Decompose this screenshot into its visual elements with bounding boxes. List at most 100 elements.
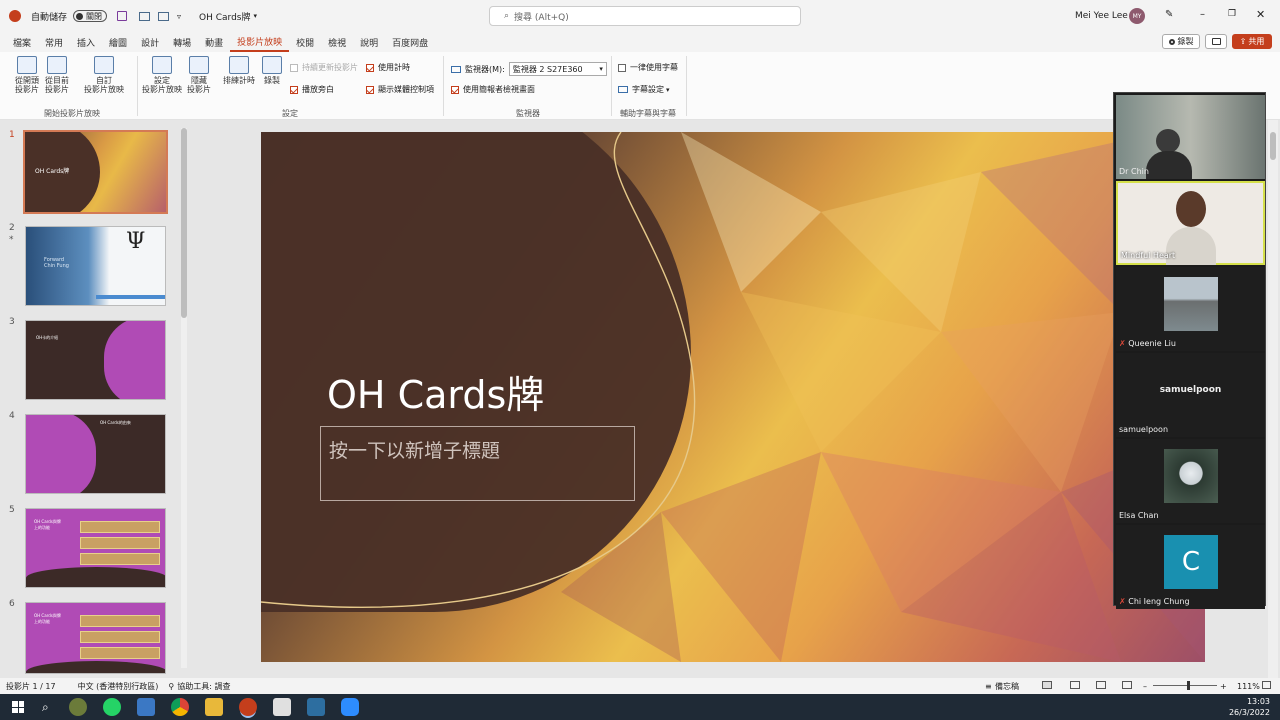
tab-4[interactable]: 設計 — [134, 32, 166, 52]
zoom-slider-thumb[interactable] — [1187, 681, 1190, 690]
title-chevron-icon[interactable]: ▾ — [254, 12, 258, 20]
thumbnail-slide-6[interactable]: OH Cards與牌 上的功能 — [25, 602, 166, 674]
subtitle-settings-button[interactable]: 字幕設定 ▾ — [618, 84, 670, 95]
hide-slide-button[interactable]: 隱藏 投影片 — [186, 56, 212, 94]
file-explorer-icon[interactable] — [204, 698, 223, 716]
clock[interactable]: 13:03 26/3/2022 — [1229, 696, 1270, 718]
slideshow-view-icon[interactable] — [1122, 681, 1132, 689]
notes-button[interactable]: 備忘稿 — [995, 681, 1019, 692]
paint-app-icon[interactable] — [68, 698, 87, 716]
setup-show-button[interactable]: 設定 投影片放映 — [140, 56, 184, 94]
accessibility-icon: ⚲ — [168, 681, 175, 691]
tab-1[interactable]: 常用 — [38, 32, 70, 52]
zoom-percent[interactable]: 111% — [1237, 682, 1260, 691]
zoom-slider[interactable] — [1153, 681, 1217, 690]
media-controls-checkbox[interactable]: 顯示媒體控制項 — [366, 84, 434, 95]
thumbnail-slide-3[interactable]: OH卡的介紹 — [25, 320, 166, 400]
participant-tile[interactable]: samuelpoon samuelpoon — [1116, 353, 1265, 437]
from-current-button[interactable]: 從目前 投影片 — [42, 56, 72, 94]
play-narrations-checkbox[interactable]: 播放旁白 — [290, 84, 334, 95]
record-button[interactable]: 錄製 — [1162, 34, 1200, 49]
thumbnail-slide-1[interactable]: OH Cards牌 — [23, 130, 168, 214]
custom-show-button[interactable]: 自訂 投影片放映 — [78, 56, 130, 94]
save-icon[interactable] — [117, 11, 128, 21]
chat-app-icon[interactable] — [272, 698, 291, 716]
thumb-text-box — [80, 521, 160, 533]
tab-10[interactable]: 說明 — [353, 32, 385, 52]
pen-icon[interactable]: ✎ — [1165, 9, 1173, 20]
thumb-accent-shape — [104, 321, 165, 399]
thumbnail-slide-4[interactable]: OH Cards的由來 — [25, 414, 166, 494]
presenter-view-checkbox[interactable]: 使用簡報者檢視畫面 — [451, 84, 535, 95]
slide-canvas[interactable]: OH Cards牌 按一下以新增子標題 — [261, 132, 1205, 662]
use-timings-checkbox[interactable]: 使用計時 — [366, 62, 410, 73]
reading-view-icon[interactable] — [1096, 681, 1106, 689]
search-placeholder: 搜尋 (Alt+Q) — [514, 12, 569, 23]
search-icon[interactable]: ⌕ — [42, 700, 49, 715]
scroll-thumb[interactable] — [1270, 132, 1276, 160]
hide-slide-icon — [189, 56, 209, 74]
whatsapp-icon[interactable] — [102, 698, 121, 716]
participant-tile[interactable]: Dr Chin — [1116, 95, 1265, 179]
tab-0[interactable]: 檔案 — [6, 32, 38, 52]
chrome-icon[interactable] — [170, 698, 189, 716]
restore-icon[interactable]: ❐ — [1228, 9, 1236, 19]
comments-button[interactable] — [1205, 34, 1227, 49]
record-slideshow-button[interactable]: 錄製 — [260, 56, 284, 85]
mail-icon[interactable] — [136, 698, 155, 716]
close-icon[interactable]: ✕ — [1256, 8, 1265, 21]
avatar[interactable]: MY — [1129, 8, 1145, 24]
participant-tile[interactable]: Elsa Chan — [1116, 439, 1265, 523]
tab-2[interactable]: 插入 — [70, 32, 102, 52]
normal-view-icon[interactable] — [1042, 681, 1052, 689]
chevron-down-icon: ▾ — [666, 85, 670, 94]
thumbnail-scrollbar[interactable] — [181, 128, 187, 668]
checkbox-box-icon — [290, 63, 298, 72]
thumbnail-slide-2[interactable]: Forward Chin Fung Ψ — [25, 226, 166, 306]
participant-tile-active[interactable]: Mindful Heart — [1116, 181, 1265, 265]
tab-8[interactable]: 校閱 — [289, 32, 321, 52]
always-subtitles-checkbox[interactable]: 一律使用字幕 — [618, 62, 678, 73]
powerpoint-icon[interactable] — [238, 698, 257, 716]
title-bar: 自動儲存 關閉 ▿ OH Cards牌 ▾ ⌕ 搜尋 (Alt+Q) Mei Y… — [0, 0, 1280, 32]
doc-title[interactable]: OH Cards牌 — [199, 10, 250, 23]
search-box[interactable]: ⌕ 搜尋 (Alt+Q) — [489, 6, 801, 26]
minimize-icon[interactable]: – — [1200, 9, 1205, 20]
user-name[interactable]: Mei Yee Lee — [1075, 11, 1128, 21]
monitor-select[interactable]: 監視器 2 S27E360 ▾ — [508, 62, 607, 76]
keep-updated-label: 持續更新投影片 — [302, 63, 358, 72]
present-icon[interactable] — [139, 11, 151, 21]
zoom-app-icon[interactable] — [340, 698, 359, 716]
autosave-toggle[interactable]: 關閉 — [73, 10, 108, 22]
slide-sorter-icon[interactable] — [1070, 681, 1080, 689]
tab-11[interactable]: 百度网盘 — [385, 32, 435, 52]
rehearse-button[interactable]: 排練計時 — [222, 56, 256, 85]
tab-6[interactable]: 動畫 — [198, 32, 230, 52]
tab-3[interactable]: 繪圖 — [102, 32, 134, 52]
participant-tile[interactable]: ✗ Queenie Liu — [1116, 267, 1265, 351]
participant-tile[interactable]: C ✗ Chi Ieng Chung — [1116, 525, 1265, 609]
tab-5[interactable]: 轉場 — [166, 32, 198, 52]
thumbnail-pane: 1 OH Cards牌 2 * Forward Chin Fung Ψ 3 OH… — [0, 120, 190, 678]
fit-slide-icon[interactable] — [1262, 681, 1271, 689]
avatar-initials: MY — [1132, 12, 1142, 20]
zoom-out-icon[interactable]: – — [1143, 682, 1147, 691]
thumbnail-slide-5[interactable]: OH Cards與牌 上的功能 — [25, 508, 166, 588]
participant-name: ✗ Chi Ieng Chung — [1119, 597, 1190, 606]
zoom-in-icon[interactable]: + — [1220, 682, 1227, 691]
notes-icon: ≡ — [985, 681, 992, 691]
accessibility-status[interactable]: 協助工具: 調查 — [177, 681, 230, 692]
language-status[interactable]: 中文 (香港特別行政區) — [78, 681, 159, 692]
remote-app-icon[interactable] — [306, 698, 325, 716]
customize-chevron-icon[interactable]: ▿ — [177, 12, 181, 21]
subtitle-placeholder-box[interactable]: 按一下以新增子標題 — [320, 426, 635, 501]
windows-start-icon[interactable] — [12, 701, 24, 713]
tab-9[interactable]: 檢視 — [321, 32, 353, 52]
share-button[interactable]: ⇪ 共用 — [1232, 34, 1272, 49]
scroll-thumb[interactable] — [181, 128, 187, 318]
tab-7[interactable]: 投影片放映 — [230, 32, 290, 52]
slide-title[interactable]: OH Cards牌 — [327, 364, 544, 419]
slide-scrollbar[interactable] — [1268, 120, 1278, 678]
from-beginning-button[interactable]: 從開頭 投影片 — [12, 56, 42, 94]
slideshow-icon[interactable] — [158, 11, 170, 21]
